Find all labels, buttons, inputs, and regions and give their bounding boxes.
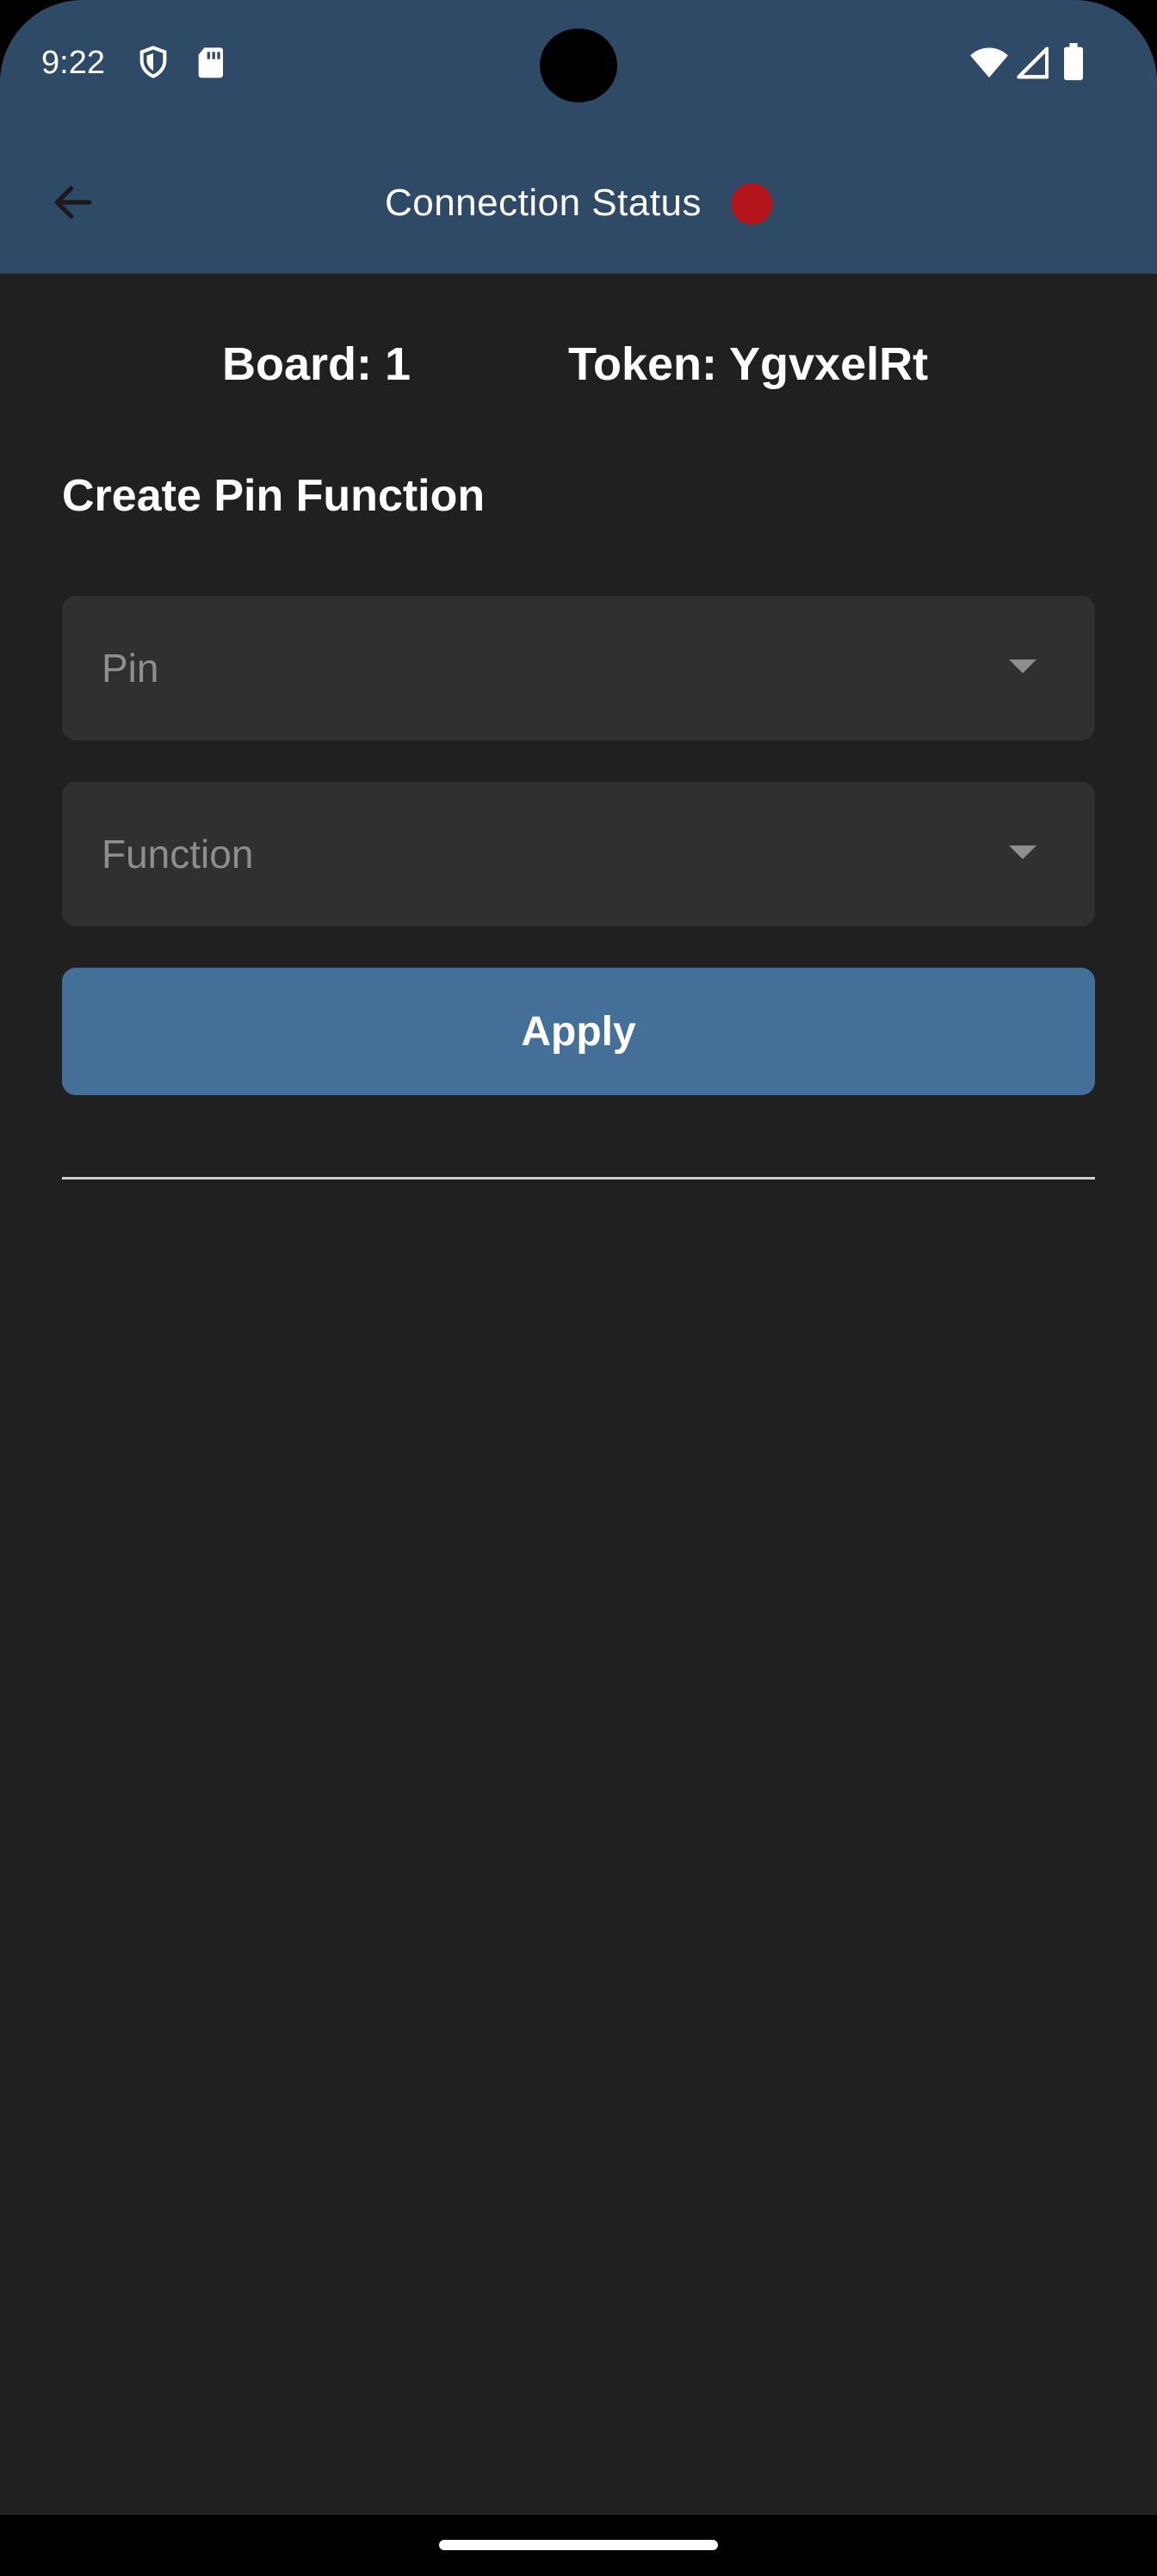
page-title: Connection Status — [384, 182, 702, 224]
function-dropdown-placeholder: Function — [102, 832, 254, 876]
sd-card-icon — [195, 45, 226, 84]
app-bar: 9:22 Connection Status — [0, 0, 1157, 274]
chevron-down-icon — [1009, 845, 1036, 859]
signal-icon — [1014, 46, 1049, 84]
wifi-icon — [969, 46, 1009, 84]
apply-button[interactable]: Apply — [62, 968, 1095, 1095]
app-screen: 9:22 Connection Status Board: 1 Token: Y… — [0, 0, 1157, 2515]
pin-dropdown-placeholder: Pin — [102, 646, 159, 690]
token-label: Token: YgvxelRt — [568, 338, 929, 390]
battery-icon — [1062, 43, 1085, 85]
app-bar-title-row: Connection Status — [0, 172, 1157, 234]
status-time: 9:22 — [41, 45, 105, 81]
shield-icon — [136, 45, 170, 84]
board-label: Board: 1 — [222, 338, 411, 390]
chevron-down-icon — [1009, 659, 1036, 673]
connection-status-indicator — [731, 183, 773, 225]
camera-cutout — [540, 28, 617, 102]
section-title: Create Pin Function — [62, 471, 486, 521]
divider — [62, 1177, 1095, 1180]
function-dropdown[interactable]: Function — [62, 782, 1095, 926]
pin-dropdown[interactable]: Pin — [62, 596, 1095, 740]
board-info-row: Board: 1 Token: YgvxelRt — [0, 337, 1157, 399]
home-indicator[interactable] — [439, 2540, 718, 2550]
